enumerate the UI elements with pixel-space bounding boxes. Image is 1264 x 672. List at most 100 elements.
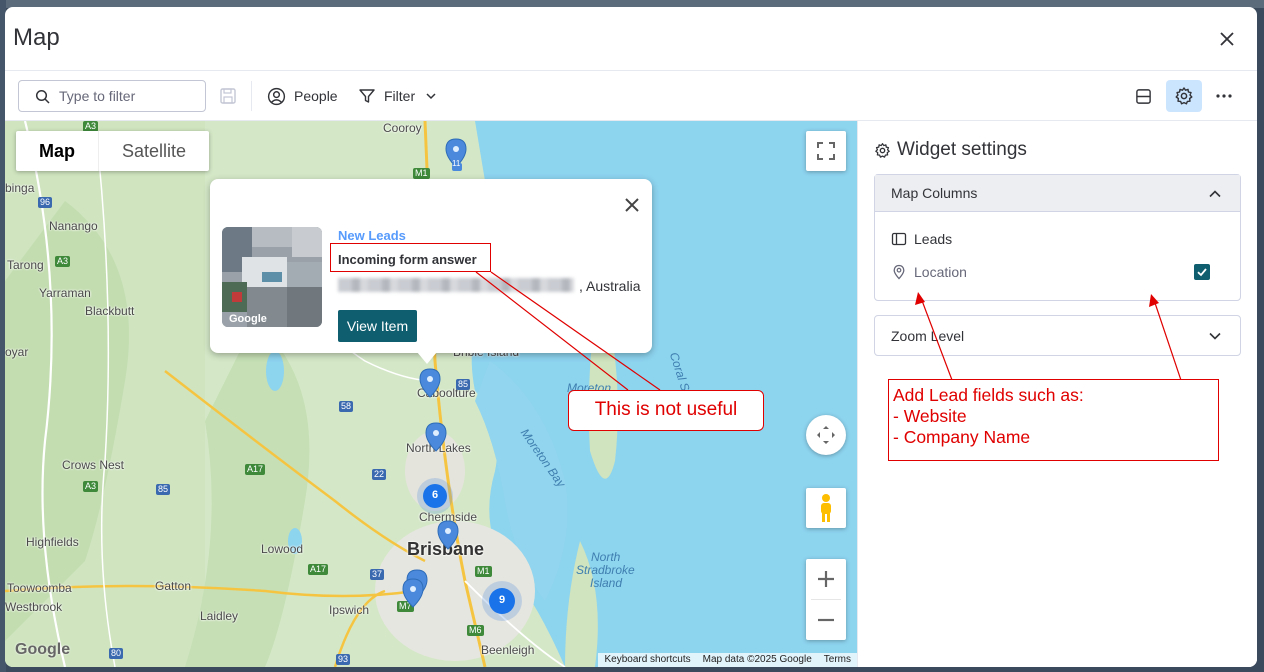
popup-group-link[interactable]: New Leads xyxy=(338,228,406,243)
map-label-highfields: Highfields xyxy=(26,535,79,549)
road-badge: 80 xyxy=(109,648,124,659)
view-item-button[interactable]: View Item xyxy=(338,310,417,342)
map-attribution: Keyboard shortcuts Map data ©2025 Google… xyxy=(598,653,857,667)
zoom-level-section[interactable]: Zoom Level xyxy=(874,315,1241,356)
zoom-level-label: Zoom Level xyxy=(891,327,965,344)
fullscreen-button[interactable] xyxy=(806,131,846,171)
zoom-control xyxy=(806,559,846,640)
road-badge: M7 xyxy=(397,601,414,612)
map-label-toowoomba: Toowoomba xyxy=(7,581,72,595)
redacted-address xyxy=(338,278,574,292)
map-type-satellite-button[interactable]: Satellite xyxy=(98,131,209,171)
road-badge: A3 xyxy=(83,481,99,492)
map-label-blackbutt: Blackbutt xyxy=(85,304,135,318)
map-label-tarong: Tarong xyxy=(7,258,44,272)
people-filter-button[interactable]: People xyxy=(267,80,338,112)
annotation-highlight-box xyxy=(330,243,491,272)
annotation-note-line: - Website xyxy=(893,406,967,426)
board-icon xyxy=(891,232,907,246)
road-badge: M1 xyxy=(413,168,430,179)
map-type-control: Map Satellite xyxy=(16,131,209,171)
road-badge: 22 xyxy=(372,469,387,480)
modal-header: Map xyxy=(5,7,1257,71)
map-columns-label: Map Columns xyxy=(891,185,978,201)
map-label-north-stradbroke-1: North xyxy=(591,550,621,564)
close-icon xyxy=(625,198,639,212)
location-column-label: Location xyxy=(914,264,967,280)
street-view-thumbnail: Google xyxy=(222,227,322,327)
map-columns-header[interactable]: Map Columns xyxy=(875,175,1240,212)
popup-pointer xyxy=(417,352,437,364)
filter-input[interactable] xyxy=(59,87,199,105)
panel-title: Widget settings xyxy=(874,139,1027,161)
road-badge: M6 xyxy=(467,625,484,636)
chevron-down-icon xyxy=(426,93,436,100)
more-actions-button[interactable] xyxy=(1209,81,1239,111)
location-pin-icon xyxy=(893,264,905,280)
cluster-count-6[interactable]: 6 xyxy=(432,489,438,501)
annotation-note: Add Lead fields such as: - Website - Com… xyxy=(888,379,1219,461)
board-name: Leads xyxy=(914,231,953,247)
filter-search-box[interactable] xyxy=(18,80,206,112)
road-badge: M1 xyxy=(475,566,492,577)
street-view-button[interactable] xyxy=(806,488,846,528)
close-icon xyxy=(1220,32,1234,46)
pixelated-photo xyxy=(222,227,322,327)
map-label-binga: binga xyxy=(5,181,35,195)
save-view-icon[interactable] xyxy=(219,87,237,105)
map-label-ipswich: Ipswich xyxy=(329,603,370,617)
map-type-map-button[interactable]: Map xyxy=(16,131,98,171)
pegman-icon xyxy=(821,494,831,522)
zoom-in-button[interactable] xyxy=(806,559,846,599)
map-label-lowood: Lowood xyxy=(261,542,304,556)
zoom-out-button[interactable] xyxy=(806,600,846,640)
layout-icon xyxy=(1135,88,1151,104)
plus-icon xyxy=(818,571,834,587)
check-icon xyxy=(1197,268,1207,277)
map-label-brisbane: Brisbane xyxy=(407,539,485,559)
filter-button[interactable]: Filter xyxy=(358,80,437,112)
widget-settings-button[interactable] xyxy=(1166,80,1202,112)
filter-funnel-icon xyxy=(359,89,375,103)
location-checkbox[interactable] xyxy=(1194,264,1210,280)
more-dots-icon xyxy=(1216,94,1232,98)
road-badge: A3 xyxy=(55,256,71,267)
close-button[interactable] xyxy=(1215,27,1239,51)
panel-title-text: Widget settings xyxy=(897,139,1027,160)
annotation-callout: This is not useful xyxy=(568,390,764,431)
layout-toggle-button[interactable] xyxy=(1128,81,1158,111)
map-label-north-lakes: North Lakes xyxy=(406,441,471,455)
road-badge: 96 xyxy=(38,197,53,208)
popup-address-country: , Australia xyxy=(579,278,641,294)
location-column-row: Location xyxy=(891,264,967,280)
fullscreen-icon xyxy=(817,142,835,160)
road-badge: 37 xyxy=(370,569,385,580)
map-label-yarraman: Yarraman xyxy=(39,286,91,300)
road-badge: A17 xyxy=(245,464,266,475)
map-label-beenleigh: Beenleigh xyxy=(481,643,535,657)
keyboard-shortcuts-link[interactable]: Keyboard shortcuts xyxy=(598,653,696,667)
road-badge: 85 xyxy=(456,379,471,390)
thumbnail-watermark: Google xyxy=(229,313,267,325)
board-row: Leads xyxy=(891,231,952,247)
cluster-count-9[interactable]: 9 xyxy=(499,594,505,606)
annotation-note-line: - Company Name xyxy=(893,427,1031,447)
map-label-nanango: Nanango xyxy=(49,219,98,233)
camera-move-button[interactable] xyxy=(806,415,846,455)
map-label-north-stradbroke-2: Stradbroke xyxy=(576,563,635,577)
road-badge: 93 xyxy=(336,654,351,665)
toolbar-divider xyxy=(251,81,252,111)
annotation-note-line: Add Lead fields such as: xyxy=(893,385,1084,405)
map-label-chermside: Chermside xyxy=(419,510,478,524)
terms-link[interactable]: Terms xyxy=(818,653,857,667)
board-toolbar: People Filter xyxy=(5,71,1257,121)
move-arrows-icon xyxy=(817,426,835,444)
map-widget-modal: Map People Filter xyxy=(5,7,1257,667)
person-circle-icon xyxy=(267,87,286,105)
popup-close-button[interactable] xyxy=(620,193,644,217)
map-data-text: Map data ©2025 Google xyxy=(702,654,812,665)
map-label-gatton: Gatton xyxy=(155,579,192,593)
map-label-crows-nest: Crows Nest xyxy=(62,458,125,472)
gear-icon xyxy=(875,142,890,158)
map-label-north-stradbroke-3: Island xyxy=(590,576,623,590)
